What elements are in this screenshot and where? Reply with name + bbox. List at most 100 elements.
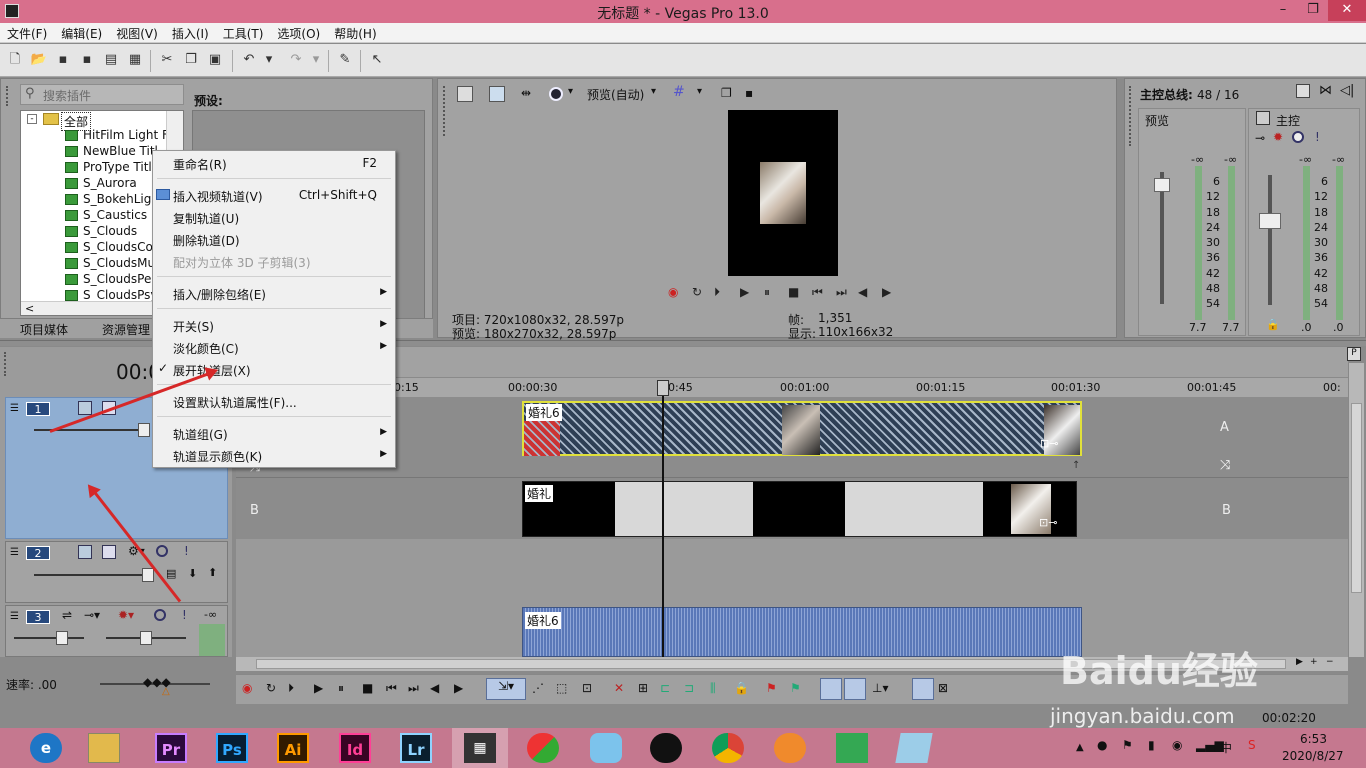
paste-icon[interactable]: ▣: [206, 51, 224, 69]
opacity-slider[interactable]: [138, 423, 150, 437]
normal-edit-tool-icon[interactable]: ⇲▾: [486, 678, 526, 700]
loop-icon[interactable]: ↻: [692, 285, 702, 299]
record-icon[interactable]: ◉: [668, 285, 678, 299]
preview-quality-select[interactable]: 预览(自动): [587, 86, 644, 103]
menu-tools[interactable]: 工具(T): [216, 23, 271, 42]
track-menu-icon[interactable]: ☰: [10, 403, 19, 414]
tray-flag-icon[interactable]: ⚑: [1122, 738, 1133, 752]
zoom-tool-icon[interactable]: ⊡: [582, 681, 592, 695]
region-icon[interactable]: ⚑: [790, 681, 801, 695]
next-frame-icon[interactable]: ▶: [454, 681, 463, 695]
invert-phase-icon[interactable]: ⇌: [62, 608, 72, 622]
playhead-handle[interactable]: [657, 380, 669, 396]
motion-icon[interactable]: [78, 401, 92, 415]
menu-track-group[interactable]: 轨道组(G): [173, 426, 228, 443]
snapping-icon[interactable]: ⊥▾: [872, 681, 888, 695]
menu-insert-envelope[interactable]: 插入/删除包络(E): [173, 286, 266, 303]
scroll-right-icon[interactable]: ▶: [1296, 657, 1303, 667]
record-icon[interactable]: ◉: [242, 681, 252, 695]
panel-grip[interactable]: [1129, 86, 1133, 146]
preview-fader[interactable]: [1154, 178, 1170, 192]
zoom-in-icon[interactable]: +: [1310, 657, 1318, 667]
menu-insert[interactable]: 插入(I): [165, 23, 216, 42]
master-fx-icon[interactable]: [1256, 111, 1270, 125]
menu-delete-track[interactable]: 删除轨道(D): [173, 232, 240, 249]
menu-duplicate-track[interactable]: 复制轨道(U): [173, 210, 239, 227]
tray-ime[interactable]: 中: [1220, 739, 1232, 756]
photoshop-icon[interactable]: Ps: [216, 733, 248, 763]
quality-dropdown-icon[interactable]: ▾: [651, 86, 656, 97]
plugin-search-input[interactable]: ⚲ 搜索插件: [20, 84, 184, 105]
prev-frame-icon[interactable]: ◀: [430, 681, 439, 695]
play-from-start-icon[interactable]: ⏵: [288, 681, 294, 696]
open-icon[interactable]: 📂: [30, 51, 48, 69]
panel-grip[interactable]: [4, 352, 8, 376]
lock-icon[interactable]: 🔒: [734, 681, 749, 695]
solo-icon[interactable]: !: [1315, 130, 1320, 144]
audio-clip[interactable]: 婚礼6: [522, 607, 1082, 657]
play-icon[interactable]: ▶: [740, 285, 749, 299]
menu-file[interactable]: 文件(F): [0, 23, 54, 42]
cut-icon[interactable]: ✂: [158, 51, 176, 69]
pan-slider[interactable]: [140, 631, 152, 645]
volume-slider[interactable]: [56, 631, 68, 645]
copy-icon[interactable]: ❐: [182, 51, 200, 69]
time-ruler[interactable]: 0:15 00:00:30 0:45 00:01:00 00:01:15 00:…: [236, 378, 1348, 398]
app-icon[interactable]: [527, 733, 559, 763]
pan-crop-icon[interactable]: [102, 545, 116, 559]
split-screen-icon[interactable]: ⇹: [521, 86, 531, 100]
delete-icon[interactable]: ✕: [614, 681, 624, 695]
auto-crossfade-icon[interactable]: [844, 678, 866, 700]
file-explorer-icon[interactable]: [88, 733, 120, 763]
save-snapshot-icon[interactable]: ▪: [745, 86, 753, 100]
audio-fx-icon[interactable]: ✹▾: [118, 608, 134, 622]
plugin-item[interactable]: S_CloudsPer: [65, 272, 156, 286]
tray-sogou-icon[interactable]: S: [1248, 738, 1256, 752]
pause-icon[interactable]: ⏸: [338, 681, 344, 696]
restore-button[interactable]: ❐: [1298, 0, 1328, 21]
next-frame-icon[interactable]: ▶: [882, 285, 891, 299]
loop-icon[interactable]: ↻: [266, 681, 276, 695]
pause-icon[interactable]: ⏸: [764, 285, 770, 300]
downmix-icon[interactable]: ⋈: [1319, 83, 1332, 98]
compositing-down-icon[interactable]: ⬇: [188, 567, 197, 580]
track-3-header[interactable]: 3 ☰ ⇌ ⊸▾ ✹▾ ! -∞: [5, 605, 228, 657]
undo-dropdown-icon[interactable]: ▾: [263, 51, 275, 69]
plugin-item[interactable]: S_CloudsPsy: [65, 288, 158, 302]
chrome-icon[interactable]: [712, 733, 744, 763]
plugin-item[interactable]: ProType Title: [65, 160, 159, 174]
preview-properties-icon[interactable]: [457, 86, 473, 102]
audio-pan-icon[interactable]: ⊸▾: [84, 608, 100, 622]
master-fader[interactable]: [1259, 213, 1281, 229]
plugin-item[interactable]: S_Aurora: [65, 176, 137, 190]
render-icon[interactable]: ▤: [102, 51, 120, 69]
go-start-icon[interactable]: ⏮: [812, 285, 823, 300]
trim-end-icon[interactable]: ⊐: [684, 681, 694, 695]
copy-snapshot-icon[interactable]: ❐: [721, 86, 732, 100]
grid-icon[interactable]: #: [673, 84, 685, 100]
stop-icon[interactable]: ■: [362, 681, 373, 695]
selection-tool-icon[interactable]: ⬚: [556, 681, 567, 695]
tray-expand-icon[interactable]: ▲: [1076, 742, 1084, 753]
make-compositing-child-icon[interactable]: ▤: [166, 567, 176, 580]
overlay-icon[interactable]: [549, 87, 563, 101]
timeline-vscroll[interactable]: [1348, 363, 1364, 657]
track-menu-icon[interactable]: ☰: [10, 547, 19, 558]
clock-time[interactable]: 6:53: [1300, 732, 1327, 746]
redo-icon[interactable]: ↷: [287, 51, 305, 69]
menu-insert-video-track[interactable]: 插入视频轨道(V): [173, 188, 263, 205]
marker-bar[interactable]: [236, 347, 1348, 377]
app-icon[interactable]: [895, 733, 933, 763]
ignore-grouping-icon[interactable]: ⊠: [938, 681, 948, 695]
plugin-item[interactable]: S_CloudsCol: [65, 240, 156, 254]
lock-envelopes-icon[interactable]: [912, 678, 934, 700]
plugin-item[interactable]: S_Clouds: [65, 224, 137, 238]
menu-switches[interactable]: 开关(S): [173, 318, 214, 335]
tray-qq-icon[interactable]: ●: [1097, 738, 1107, 752]
menu-fade-colors[interactable]: 淡化颜色(C): [173, 340, 239, 357]
play-icon[interactable]: ▶: [314, 681, 323, 695]
clock-date[interactable]: 2020/8/27: [1282, 749, 1344, 763]
ruler-menu-icon[interactable]: P: [1347, 347, 1361, 361]
plugin-item[interactable]: S_BokehLigh: [65, 192, 159, 206]
zoom-out-icon[interactable]: −: [1326, 657, 1334, 667]
